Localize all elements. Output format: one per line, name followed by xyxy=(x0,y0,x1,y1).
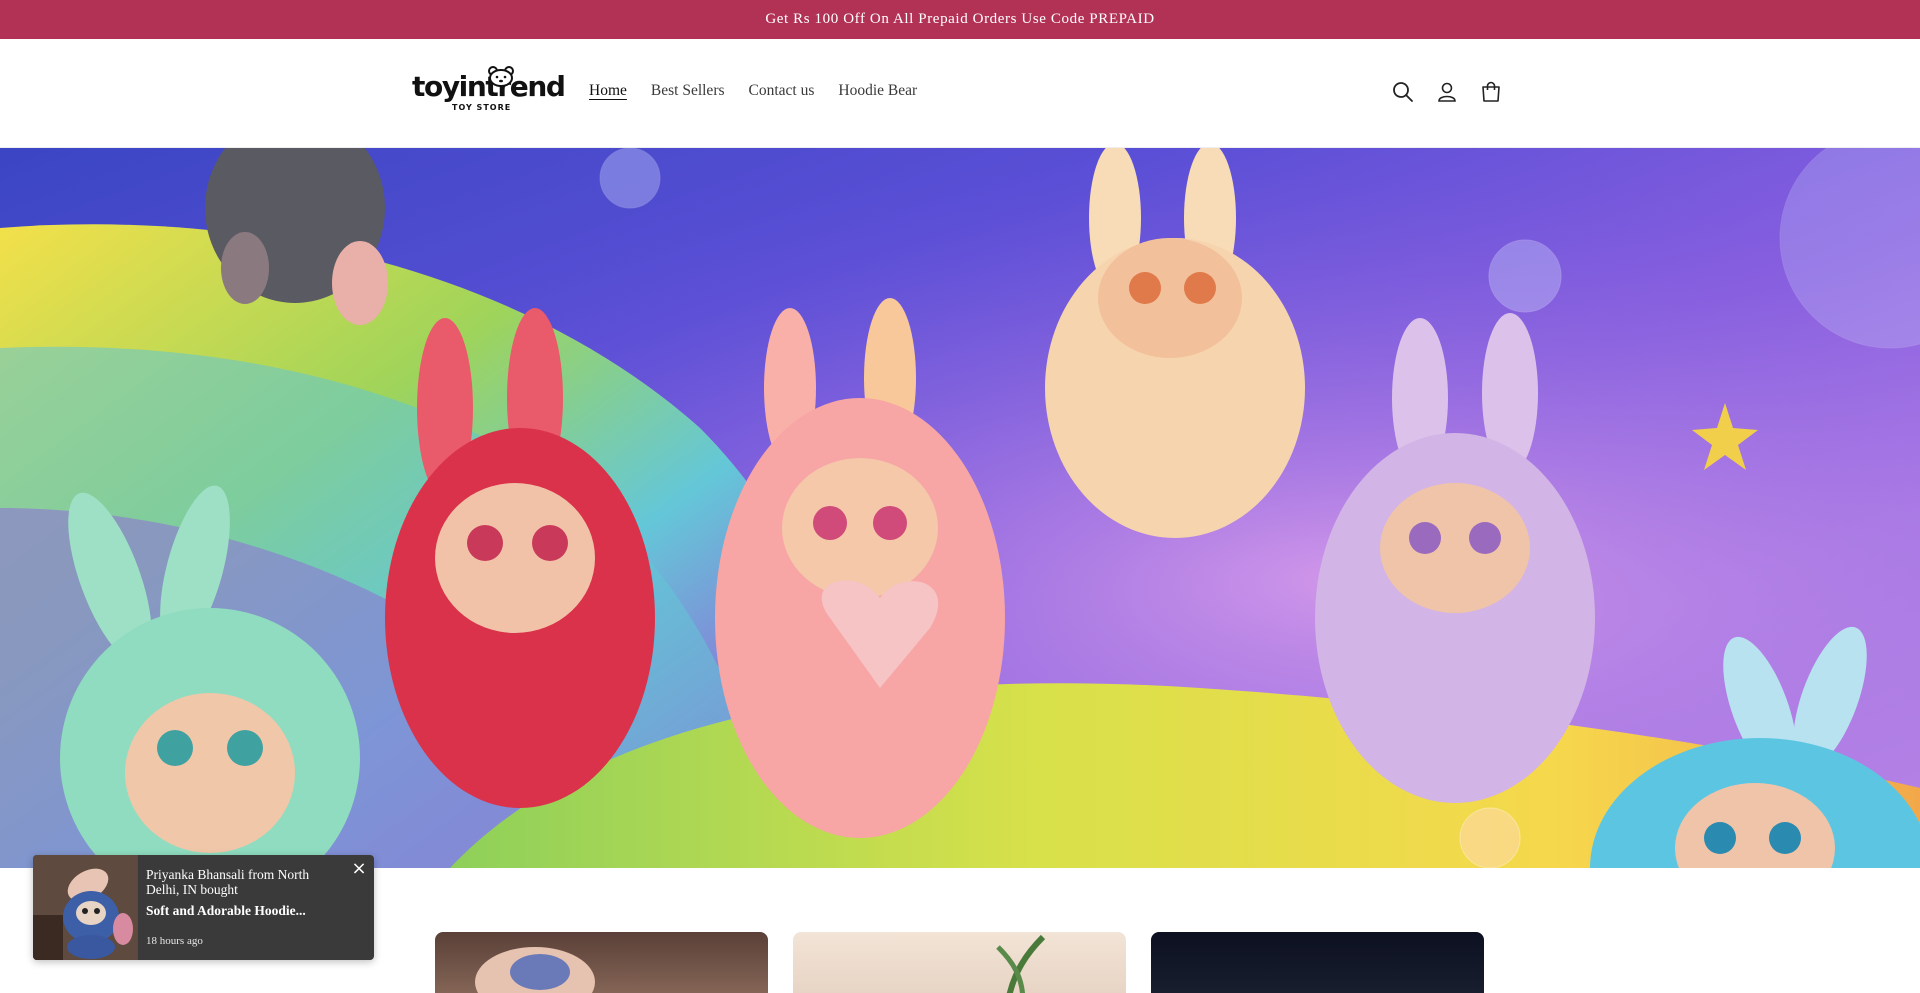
plush-gray xyxy=(205,148,388,325)
hero-image xyxy=(0,148,1920,868)
collection-card[interactable] xyxy=(793,932,1126,993)
bear-icon xyxy=(488,66,514,87)
announcement-bar: Get Rs 100 Off On All Prepaid Orders Use… xyxy=(0,0,1920,39)
hero-banner[interactable] xyxy=(0,148,1920,868)
card-image xyxy=(475,947,595,993)
close-icon[interactable]: × xyxy=(350,860,368,878)
card-image xyxy=(996,934,1046,993)
collection-card[interactable] xyxy=(435,932,768,993)
account-button[interactable] xyxy=(1434,79,1460,105)
main-nav: Home Best Sellers Contact us Hoodie Bear xyxy=(589,81,941,101)
product-name[interactable]: Soft and Adorable Hoodie... xyxy=(146,903,306,919)
nav-best-sellers[interactable]: Best Sellers xyxy=(651,81,725,101)
purchase-time: 18 hours ago xyxy=(146,935,203,947)
account-icon xyxy=(1438,82,1456,102)
search-button[interactable] xyxy=(1390,79,1416,105)
purchase-notification[interactable]: Priyanka Bhansali from North Delhi, IN b… xyxy=(33,855,374,960)
collection-card[interactable] xyxy=(1151,932,1484,993)
product-thumbnail[interactable] xyxy=(33,855,138,960)
collection-cards xyxy=(435,932,1485,993)
announcement-text: Get Rs 100 Off On All Prepaid Orders Use… xyxy=(765,11,1155,27)
nav-home[interactable]: Home xyxy=(589,81,627,101)
site-header: toyintrend TOY STORE Home Best Sellers C… xyxy=(0,39,1920,148)
store-logo[interactable]: toyintrend TOY STORE xyxy=(412,65,566,121)
nav-hoodie-bear[interactable]: Hoodie Bear xyxy=(838,81,917,101)
search-icon xyxy=(1393,82,1413,102)
cart-button[interactable] xyxy=(1478,79,1504,105)
product-image xyxy=(33,855,138,960)
nav-contact-us[interactable]: Contact us xyxy=(749,81,815,101)
logo-tagline: TOY STORE xyxy=(452,103,512,112)
cart-icon xyxy=(1482,81,1500,102)
buyer-info: Priyanka Bhansali from North Delhi, IN b… xyxy=(146,867,310,897)
